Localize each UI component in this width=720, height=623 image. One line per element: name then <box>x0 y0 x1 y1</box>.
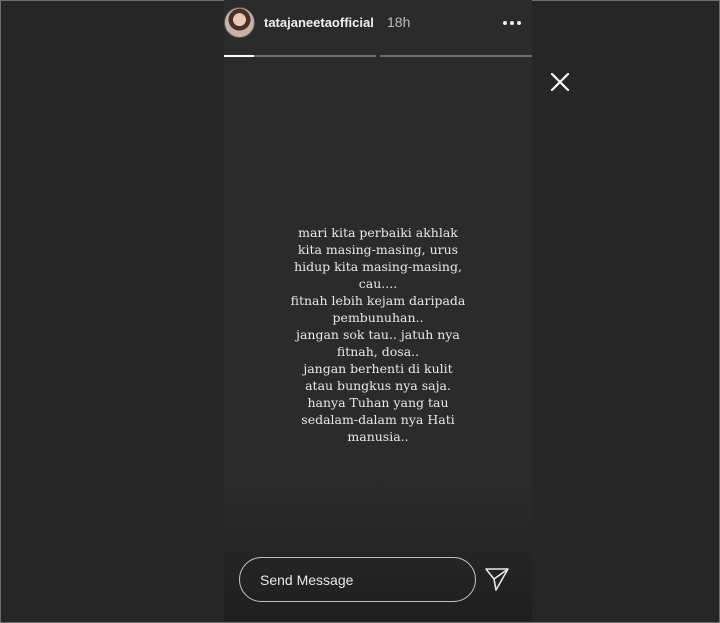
story-progress-bar <box>224 55 532 57</box>
caption-line: hidup kita masing-masing, <box>294 259 462 274</box>
caption-line: jangan berhenti di kulit <box>303 361 453 376</box>
caption-line: mari kita perbaiki akhlak <box>298 225 458 240</box>
timestamp: 18h <box>387 14 411 30</box>
caption-line: fitnah, dosa.. <box>336 344 420 359</box>
caption-line: fitnah lebih kejam daripada <box>290 293 466 308</box>
caption-line: cau.... <box>358 276 398 291</box>
send-message-input[interactable] <box>239 557 476 602</box>
avatar[interactable] <box>224 7 255 38</box>
story-header: tatajaneetaofficial 18h <box>224 7 532 39</box>
close-icon <box>550 72 570 92</box>
caption-line: jangan sok tau.. jatuh nya <box>296 327 460 342</box>
story-caption: mari kita perbaiki akhlak kita masing-ma… <box>224 224 532 445</box>
caption-line: hanya Tuhan yang tau <box>307 395 449 410</box>
progress-fill <box>224 55 255 57</box>
caption-line: atau bungkus nya saja. <box>305 378 451 393</box>
paper-plane-icon <box>485 568 509 591</box>
more-options-button[interactable] <box>500 13 524 33</box>
close-button[interactable] <box>549 71 571 93</box>
caption-line: sedalam-dalam nya Hati <box>301 412 455 427</box>
username[interactable]: tatajaneetaofficial <box>264 15 374 30</box>
progress-segment-1 <box>224 55 376 57</box>
caption-line: manusia.. <box>347 429 409 444</box>
caption-line: kita masing-masing, urus <box>297 242 459 257</box>
send-button[interactable] <box>484 566 510 592</box>
more-horizontal-icon <box>503 21 521 25</box>
caption-line: pembunuhan.. <box>332 310 424 325</box>
progress-segment-2 <box>380 55 532 57</box>
